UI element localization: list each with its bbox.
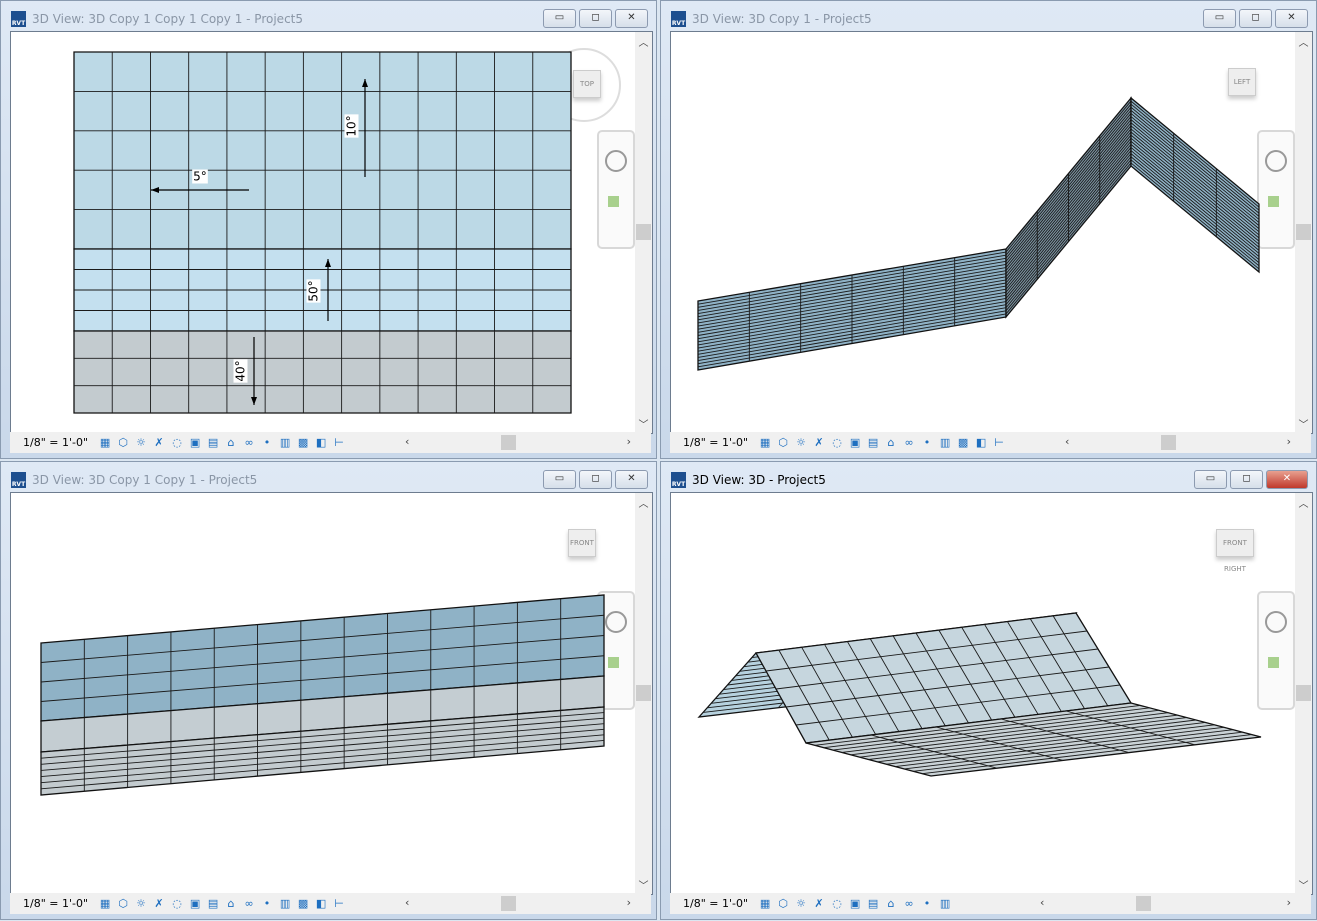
- temp-view-properties-icon[interactable]: ▥: [938, 897, 952, 911]
- scroll-right-icon[interactable]: ›: [1287, 896, 1291, 909]
- sun-path-icon[interactable]: ☼: [794, 897, 808, 911]
- temp-hide-icon[interactable]: ∞: [242, 436, 256, 450]
- crop-view-icon[interactable]: ▣: [848, 897, 862, 911]
- show-rendering-icon[interactable]: ◌: [830, 897, 844, 911]
- show-analytical-icon[interactable]: ▩: [296, 436, 310, 450]
- scroll-left-icon[interactable]: ‹: [1065, 435, 1069, 448]
- reveal-hidden-icon[interactable]: •: [920, 897, 934, 911]
- shadows-icon[interactable]: ✗: [152, 897, 166, 911]
- unlock-3d-view-icon[interactable]: ⌂: [224, 436, 238, 450]
- show-crop-icon[interactable]: ▤: [206, 897, 220, 911]
- scroll-thumb[interactable]: [1161, 435, 1176, 450]
- constraints-icon[interactable]: ⊢: [992, 436, 1006, 450]
- shadows-icon[interactable]: ✗: [152, 436, 166, 450]
- scroll-left-icon[interactable]: ‹: [1040, 896, 1044, 909]
- visual-style-icon[interactable]: ⬡: [116, 897, 130, 911]
- shadows-icon[interactable]: ✗: [812, 897, 826, 911]
- unlock-3d-view-icon[interactable]: ⌂: [884, 897, 898, 911]
- show-rendering-icon[interactable]: ◌: [830, 436, 844, 450]
- temp-view-properties-icon[interactable]: ▥: [938, 436, 952, 450]
- model-view: 10° 5° 50° 40°: [73, 51, 572, 414]
- view-scale[interactable]: 1/8" = 1'-0": [23, 436, 88, 449]
- angle-label: 50°: [307, 280, 321, 301]
- model-view: [697, 96, 1260, 371]
- angle-label: 10°: [345, 115, 359, 136]
- show-crop-icon[interactable]: ▤: [866, 897, 880, 911]
- detail-level-icon[interactable]: ▦: [98, 436, 112, 450]
- scroll-thumb[interactable]: [1136, 896, 1151, 911]
- scroll-right-icon[interactable]: ›: [1287, 435, 1291, 448]
- view-window[interactable]: RVT 3D View: 3D Copy 1 Copy 1 - Project5 ▭…: [0, 461, 657, 920]
- show-analytical-icon[interactable]: ▩: [956, 436, 970, 450]
- scroll-right-icon[interactable]: ›: [627, 435, 631, 448]
- unlock-3d-view-icon[interactable]: ⌂: [224, 897, 238, 911]
- view-control-bar: 1/8" = 1'-0" ▦ ⬡ ☼ ✗ ◌ ▣ ▤ ⌂ ∞ • ▥ ▩ ◧ ⊢ ‹ ›: [10, 893, 651, 914]
- view-window[interactable]: RVT 3D View: 3D Copy 1 - Project5 ▭ ◻ ✕ ︿ ﹀ LEF…: [660, 0, 1317, 459]
- view-control-bar: 1/8" = 1'-0" ▦ ⬡ ☼ ✗ ◌ ▣ ▤ ⌂ ∞ • ▥ ‹ ›: [670, 893, 1311, 914]
- show-crop-icon[interactable]: ▤: [206, 436, 220, 450]
- model-view: [697, 612, 1262, 777]
- highlight-displacement-icon[interactable]: ◧: [314, 436, 328, 450]
- visual-style-icon[interactable]: ⬡: [776, 436, 790, 450]
- reveal-hidden-icon[interactable]: •: [260, 436, 274, 450]
- crop-view-icon[interactable]: ▣: [848, 436, 862, 450]
- crop-view-icon[interactable]: ▣: [188, 897, 202, 911]
- sun-path-icon[interactable]: ☼: [134, 897, 148, 911]
- angle-label: 5°: [193, 170, 207, 184]
- scroll-right-icon[interactable]: ›: [627, 896, 631, 909]
- show-rendering-icon[interactable]: ◌: [170, 897, 184, 911]
- show-analytical-icon[interactable]: ▩: [296, 897, 310, 911]
- curtain-panel-lower: [73, 330, 572, 414]
- scroll-thumb[interactable]: [501, 435, 516, 450]
- highlight-displacement-icon[interactable]: ◧: [314, 897, 328, 911]
- scroll-left-icon[interactable]: ‹: [405, 896, 409, 909]
- horizontal-scrollbar[interactable]: ‹ ›: [1065, 435, 1291, 450]
- view-window[interactable]: RVT 3D View: 3D - Project5 ▭ ◻ ✕ ︿ ﹀ FRONT RIGH…: [660, 461, 1317, 920]
- temp-hide-icon[interactable]: ∞: [902, 436, 916, 450]
- show-crop-icon[interactable]: ▤: [866, 436, 880, 450]
- highlight-displacement-icon[interactable]: ◧: [974, 436, 988, 450]
- horizontal-scrollbar[interactable]: ‹ ›: [405, 435, 631, 450]
- visual-style-icon[interactable]: ⬡: [116, 436, 130, 450]
- detail-level-icon[interactable]: ▦: [758, 897, 772, 911]
- horizontal-scrollbar[interactable]: ‹ ›: [405, 896, 631, 911]
- angle-label: 40°: [234, 360, 248, 381]
- detail-level-icon[interactable]: ▦: [758, 436, 772, 450]
- reveal-hidden-icon[interactable]: •: [260, 897, 274, 911]
- temp-hide-icon[interactable]: ∞: [242, 897, 256, 911]
- mullion-line: [1130, 131, 1260, 239]
- horizontal-scrollbar[interactable]: ‹ ›: [1040, 896, 1291, 911]
- view-scale[interactable]: 1/8" = 1'-0": [23, 897, 88, 910]
- sun-path-icon[interactable]: ☼: [794, 436, 808, 450]
- scroll-thumb[interactable]: [501, 896, 516, 911]
- sun-path-icon[interactable]: ☼: [134, 436, 148, 450]
- unlock-3d-view-icon[interactable]: ⌂: [884, 436, 898, 450]
- temp-view-properties-icon[interactable]: ▥: [278, 897, 292, 911]
- curtain-panel-upper: [73, 51, 572, 250]
- detail-level-icon[interactable]: ▦: [98, 897, 112, 911]
- view-scale[interactable]: 1/8" = 1'-0": [683, 897, 748, 910]
- view-scale[interactable]: 1/8" = 1'-0": [683, 436, 748, 449]
- temp-view-properties-icon[interactable]: ▥: [278, 436, 292, 450]
- view-window[interactable]: RVT 3D View: 3D Copy 1 Copy 1 Copy 1 - Pr…: [0, 0, 657, 459]
- shadows-icon[interactable]: ✗: [812, 436, 826, 450]
- constraints-icon[interactable]: ⊢: [332, 897, 346, 911]
- view-control-bar: 1/8" = 1'-0" ▦ ⬡ ☼ ✗ ◌ ▣ ▤ ⌂ ∞ • ▥ ▩ ◧ ⊢ ‹ ›: [10, 432, 651, 453]
- scroll-left-icon[interactable]: ‹: [405, 435, 409, 448]
- show-rendering-icon[interactable]: ◌: [170, 436, 184, 450]
- constraints-icon[interactable]: ⊢: [332, 436, 346, 450]
- crop-view-icon[interactable]: ▣: [188, 436, 202, 450]
- view-control-bar: 1/8" = 1'-0" ▦ ⬡ ☼ ✗ ◌ ▣ ▤ ⌂ ∞ • ▥ ▩ ◧ ⊢ ‹ ›: [670, 432, 1311, 453]
- reveal-hidden-icon[interactable]: •: [920, 436, 934, 450]
- visual-style-icon[interactable]: ⬡: [776, 897, 790, 911]
- model-view: [40, 594, 605, 796]
- temp-hide-icon[interactable]: ∞: [902, 897, 916, 911]
